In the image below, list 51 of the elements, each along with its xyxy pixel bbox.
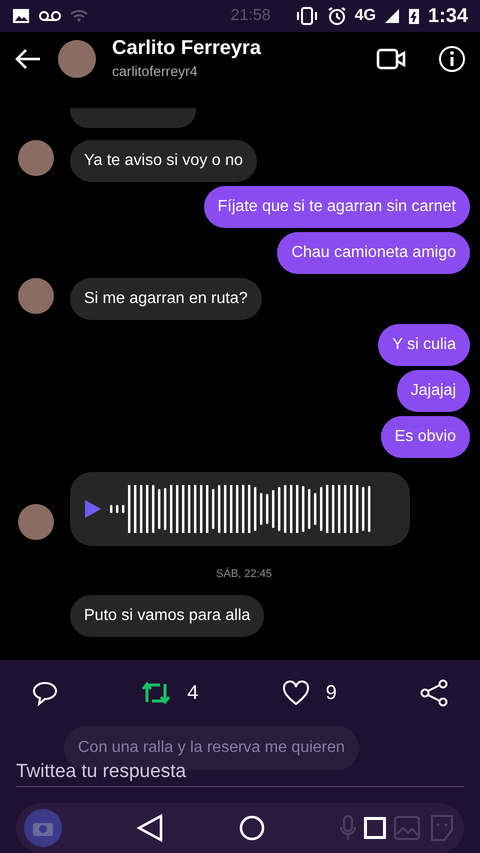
avatar-placeholder bbox=[18, 504, 54, 540]
back-arrow-icon bbox=[14, 47, 42, 71]
message-bubble: Si me agarran en ruta? bbox=[70, 278, 262, 320]
share-button[interactable] bbox=[420, 678, 448, 707]
avatar-placeholder bbox=[18, 278, 54, 314]
home-nav-button[interactable] bbox=[238, 815, 265, 842]
share-icon bbox=[420, 678, 448, 707]
camera-button[interactable] bbox=[24, 809, 62, 848]
recents-nav-button[interactable] bbox=[364, 817, 386, 840]
date-separator: SÁB, 22:45 bbox=[215, 566, 273, 582]
battery-icon bbox=[408, 7, 420, 25]
square-icon bbox=[364, 817, 386, 840]
vibrate-icon bbox=[294, 6, 319, 26]
info-button[interactable] bbox=[438, 45, 466, 73]
video-camera-icon bbox=[376, 47, 406, 71]
microphone-icon bbox=[340, 815, 356, 842]
avatar-placeholder bbox=[58, 40, 96, 78]
voicemail-icon bbox=[38, 9, 62, 23]
avatar-placeholder bbox=[18, 140, 54, 176]
message-bubble: Puto si vamos para alla bbox=[70, 594, 264, 636]
info-icon bbox=[438, 45, 466, 73]
play-icon[interactable] bbox=[84, 499, 102, 519]
triangle-icon bbox=[137, 814, 164, 842]
clock: 1:34 bbox=[428, 4, 468, 29]
background-clock: 21:58 bbox=[230, 7, 271, 24]
retweet-icon bbox=[141, 680, 172, 706]
message-bubble: Es obvio bbox=[380, 416, 470, 458]
gallery-icon bbox=[394, 816, 420, 840]
message-bubble: Jajajaj bbox=[396, 370, 470, 412]
back-nav-button[interactable] bbox=[137, 814, 164, 842]
wifi-icon bbox=[70, 9, 88, 23]
signal-icon bbox=[384, 8, 400, 24]
contact-name: Carlito Ferreyra bbox=[112, 36, 262, 61]
network-type: 4G bbox=[354, 6, 376, 26]
circle-icon bbox=[238, 815, 265, 842]
back-button[interactable] bbox=[14, 47, 42, 71]
like-count: 9 bbox=[326, 680, 337, 706]
message-bubble: Fíjate que si te agarran sin carnet bbox=[204, 186, 470, 228]
speech-bubble-icon bbox=[32, 680, 58, 706]
retweet-button[interactable]: 4 bbox=[141, 678, 198, 708]
retweet-count: 4 bbox=[187, 680, 198, 706]
heart-icon bbox=[282, 680, 310, 706]
message-bubble: Y si culia bbox=[378, 324, 470, 366]
video-call-button[interactable] bbox=[376, 47, 406, 71]
contact-username: carlitoferreyr4 bbox=[112, 62, 199, 81]
like-button[interactable]: 9 bbox=[282, 678, 337, 708]
message-bubble: Ya te aviso si voy o no bbox=[70, 140, 257, 182]
reply-button[interactable] bbox=[32, 680, 58, 706]
message-bubble: Chau camioneta amigo bbox=[277, 232, 470, 274]
image-icon bbox=[12, 8, 30, 24]
alarm-icon bbox=[326, 6, 347, 26]
